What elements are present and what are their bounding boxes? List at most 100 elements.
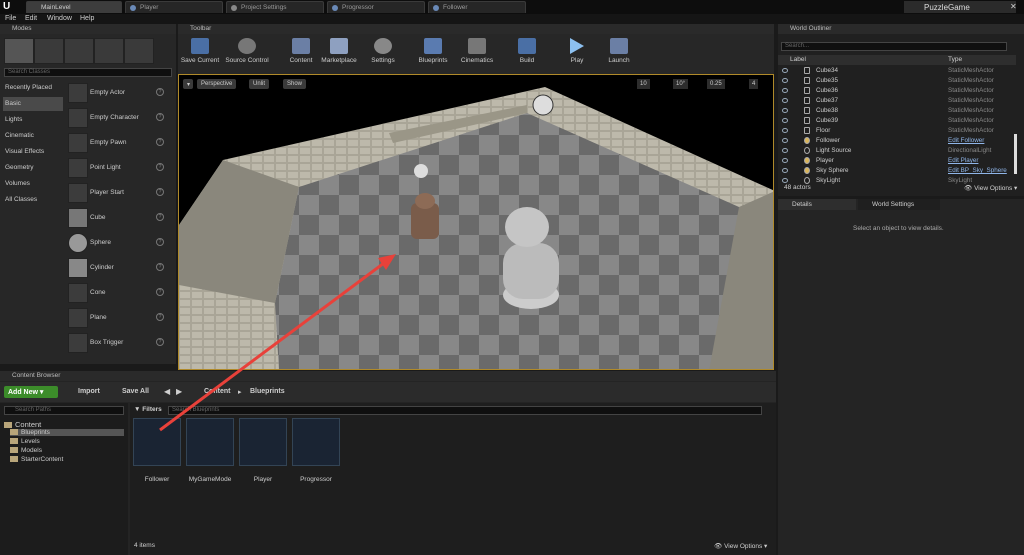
place-item[interactable]: Plane?: [66, 307, 168, 329]
outliner-row[interactable]: Cube35 StaticMeshActor: [778, 76, 1016, 86]
place-mode-icon[interactable]: [4, 38, 34, 64]
tab-mainlevel[interactable]: MainLevel: [26, 1, 122, 13]
breadcrumb-content[interactable]: Content: [204, 388, 230, 395]
category-geometry[interactable]: Geometry: [3, 161, 63, 175]
grid-snap-value[interactable]: 10: [637, 79, 650, 89]
eye-icon[interactable]: [782, 138, 788, 143]
content-button[interactable]: Content: [286, 38, 316, 72]
category-cinematic[interactable]: Cinematic: [3, 129, 63, 143]
rotation-snap-value[interactable]: 10°: [673, 79, 689, 89]
blueprints-button[interactable]: Blueprints: [414, 38, 452, 72]
cinematics-button[interactable]: Cinematics: [458, 38, 496, 72]
tree-item-models[interactable]: Models: [10, 447, 42, 454]
add-new-button[interactable]: Add New ▾: [4, 386, 58, 398]
outliner-row[interactable]: Cube38 StaticMeshActor: [778, 106, 1016, 116]
menu-help[interactable]: Help: [80, 15, 94, 22]
save-all-button[interactable]: Save All: [122, 388, 149, 395]
level-viewport[interactable]: ▾ Perspective Unlit Show 10 10° 0.25 4: [178, 74, 774, 370]
outliner-search-input[interactable]: Search...: [781, 42, 1007, 51]
help-icon[interactable]: ?: [156, 138, 164, 146]
build-button[interactable]: Build: [512, 38, 542, 72]
eye-icon[interactable]: [782, 168, 788, 173]
menu-file[interactable]: File: [5, 15, 16, 22]
place-item[interactable]: Empty Pawn?: [66, 132, 168, 154]
col-type[interactable]: Type: [948, 56, 962, 63]
eye-icon[interactable]: [782, 78, 788, 83]
category-volumes[interactable]: Volumes: [3, 177, 63, 191]
place-item[interactable]: Sphere?: [66, 232, 168, 254]
eye-icon[interactable]: [782, 108, 788, 113]
tree-item-content[interactable]: Content: [4, 420, 41, 429]
tab-progressor[interactable]: Progressor: [327, 1, 425, 13]
outliner-row[interactable]: Cube37 StaticMeshActor: [778, 96, 1016, 106]
outliner-row[interactable]: Follower Edit Follower: [778, 136, 1016, 146]
perspective-button[interactable]: Perspective: [197, 79, 237, 89]
eye-icon[interactable]: [782, 88, 788, 93]
tab-world-settings[interactable]: World Settings: [858, 199, 940, 210]
search-paths-input[interactable]: Search Paths: [4, 406, 124, 415]
place-item[interactable]: Cylinder?: [66, 257, 168, 279]
paint-mode-icon[interactable]: [34, 38, 64, 64]
edit-player-link[interactable]: Edit Player: [948, 157, 978, 164]
search-blueprints-input[interactable]: Search Blueprints: [168, 406, 762, 415]
help-icon[interactable]: ?: [156, 88, 164, 96]
help-icon[interactable]: ?: [156, 338, 164, 346]
marketplace-button[interactable]: Marketplace: [318, 38, 360, 72]
search-classes-input[interactable]: Search Classes: [4, 68, 172, 77]
eye-icon[interactable]: [782, 68, 788, 73]
place-item[interactable]: Cube?: [66, 207, 168, 229]
window-controls[interactable]: ✕: [1010, 2, 1020, 12]
unreal-logo-icon[interactable]: U: [3, 1, 15, 13]
outliner-row[interactable]: Cube39 StaticMeshActor: [778, 116, 1016, 126]
place-item[interactable]: Player Start?: [66, 182, 168, 204]
eye-icon[interactable]: [782, 98, 788, 103]
play-button[interactable]: Play: [562, 38, 592, 72]
filters-button[interactable]: ▼ Filters: [134, 406, 162, 413]
tab-project-settings[interactable]: Project Settings: [226, 1, 324, 13]
outliner-row[interactable]: Player Edit Player: [778, 156, 1016, 166]
viewport-menu-button[interactable]: ▾: [183, 79, 193, 89]
foliage-mode-icon[interactable]: [94, 38, 124, 64]
place-item[interactable]: Point Light?: [66, 157, 168, 179]
asset-player[interactable]: [239, 418, 287, 466]
category-lights[interactable]: Lights: [3, 113, 63, 127]
help-icon[interactable]: ?: [156, 113, 164, 121]
import-button[interactable]: Import: [78, 388, 100, 395]
save-current-button[interactable]: Save Current: [180, 38, 220, 72]
outliner-row[interactable]: Cube34 StaticMeshActor: [778, 66, 1016, 76]
show-button[interactable]: Show: [283, 79, 307, 89]
col-label[interactable]: Label: [790, 56, 806, 63]
view-options-button[interactable]: 👁 View Options ▾: [964, 184, 1017, 192]
menu-window[interactable]: Window: [47, 15, 72, 22]
place-item[interactable]: Empty Character?: [66, 107, 168, 129]
asset-follower[interactable]: [133, 418, 181, 466]
help-icon[interactable]: ?: [156, 313, 164, 321]
outliner-row[interactable]: Sky Sphere Edit BP_Sky_Sphere: [778, 166, 1016, 176]
view-mode-button[interactable]: Unlit: [249, 79, 270, 89]
category-visual-effects[interactable]: Visual Effects: [3, 145, 63, 159]
eye-icon[interactable]: [782, 178, 788, 183]
scale-snap-value[interactable]: 0.25: [707, 79, 725, 89]
outliner-scrollbar[interactable]: [1014, 134, 1017, 174]
landscape-mode-icon[interactable]: [64, 38, 94, 64]
breadcrumb-blueprints[interactable]: Blueprints: [250, 388, 285, 395]
outliner-row[interactable]: Cube36 StaticMeshActor: [778, 86, 1016, 96]
view-options-button[interactable]: 👁 View Options ▾: [714, 542, 767, 550]
place-item[interactable]: Box Trigger?: [66, 332, 168, 354]
edit-follower-link[interactable]: Edit Follower: [948, 137, 984, 144]
camera-speed-value[interactable]: 4: [749, 79, 759, 89]
eye-icon[interactable]: [782, 118, 788, 123]
source-control-button[interactable]: Source Control: [224, 38, 270, 72]
asset-progressor[interactable]: [292, 418, 340, 466]
help-icon[interactable]: ?: [156, 238, 164, 246]
tab-player[interactable]: Player: [125, 1, 223, 13]
outliner-row[interactable]: Floor StaticMeshActor: [778, 126, 1016, 136]
tree-item-starter-content[interactable]: StarterContent: [10, 456, 63, 463]
outliner-row[interactable]: Light Source DirectionalLight: [778, 146, 1016, 156]
help-icon[interactable]: ?: [156, 288, 164, 296]
help-icon[interactable]: ?: [156, 213, 164, 221]
eye-icon[interactable]: [782, 148, 788, 153]
launch-button[interactable]: Launch: [604, 38, 634, 72]
settings-button[interactable]: Settings: [368, 38, 398, 72]
category-all-classes[interactable]: All Classes: [3, 193, 63, 207]
